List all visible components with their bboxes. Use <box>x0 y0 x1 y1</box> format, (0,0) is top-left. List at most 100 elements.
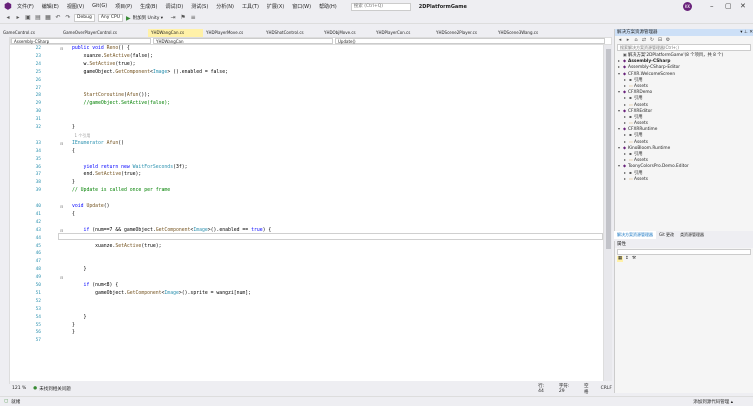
menu-item[interactable]: 扩展(X) <box>267 3 284 10</box>
pin-icon[interactable]: ▾ ⊥ ✕ <box>740 29 753 36</box>
menu-item[interactable]: 编辑(E) <box>42 3 59 10</box>
code-editor[interactable]: 22 23 24 25 26 27 28 29 30 31 32 33 34 35 36 37 38 39 40 41… <box>10 45 603 381</box>
alphabetical-icon[interactable]: ↕ <box>624 256 630 262</box>
tab-document[interactable]: YHDWangCan.cs <box>148 29 203 37</box>
refresh-icon[interactable]: ↻ <box>649 37 655 43</box>
back-icon[interactable]: ◂ <box>617 37 623 43</box>
code-line[interactable]: end.SetActive(true); <box>72 172 142 177</box>
code-line[interactable]: IEnumerator Afun() <box>72 141 124 146</box>
menu-item[interactable]: 视图(V) <box>67 3 84 10</box>
menu-item[interactable]: 测试(S) <box>191 3 208 10</box>
code-line[interactable]: 1 个引用 <box>72 133 91 139</box>
undo-icon[interactable]: ↶ <box>54 14 62 22</box>
fold-toggle-icon[interactable]: ⊟ <box>60 46 63 51</box>
menu-item[interactable]: 文件(F) <box>17 3 34 10</box>
categorized-icon[interactable]: ▦ <box>617 256 623 262</box>
open-icon[interactable]: ▤ <box>34 14 42 22</box>
code-line[interactable]: } <box>72 267 87 272</box>
code-line[interactable]: } <box>72 330 75 335</box>
member-dropdown[interactable]: Update() <box>335 38 605 44</box>
menu-item[interactable]: 生成(B) <box>140 3 157 10</box>
comment-icon[interactable]: ≡ <box>189 14 197 22</box>
bookmark-icon[interactable]: ⚑ <box>179 14 187 22</box>
code-line[interactable]: // Update is called once per frame <box>72 188 170 193</box>
run-button[interactable]: 附加到 Unity ▾ <box>133 15 163 21</box>
code-line[interactable]: if (num<8) { <box>72 283 119 288</box>
add-to-source-control-button[interactable]: 添加到源代码管理 ▴ <box>693 399 733 405</box>
properties-title: 属性 <box>615 241 753 248</box>
menu-item[interactable]: 分析(N) <box>216 3 234 10</box>
code-line[interactable]: xuanze.SetActive(true); <box>72 244 161 249</box>
panel-tab[interactable]: Git 更改 <box>656 231 677 239</box>
tab-document[interactable]: YHDPlayerCon.cs <box>373 29 433 37</box>
tab-document[interactable]: GameOverPlayerControl.cs <box>60 29 148 37</box>
forward-icon[interactable]: ▸ <box>625 37 631 43</box>
code-line[interactable]: //gameObject.SetActive(false); <box>72 101 171 106</box>
code-line[interactable]: w.SetActive(true); <box>72 62 136 67</box>
code-line[interactable]: { <box>72 149 75 154</box>
tab-document[interactable]: YHDScene2Player.cs <box>433 29 495 37</box>
menu-item[interactable]: 工具(T) <box>242 3 259 10</box>
menu-item[interactable]: 项目(P) <box>115 3 132 10</box>
play-icon[interactable]: ▶ <box>126 15 131 22</box>
config-dropdown[interactable]: Debug <box>74 14 95 22</box>
solution-search-input[interactable]: 搜索解决方案资源管理器(Ctrl+;) <box>617 44 751 51</box>
code-line[interactable]: public void Reno() { <box>72 46 130 51</box>
home-icon[interactable]: ⌂ <box>633 37 639 43</box>
panel-tab[interactable]: 类资源管理器 <box>677 231 707 239</box>
forward-icon[interactable]: ▸ <box>14 14 22 22</box>
code-line[interactable]: yield return new WaitForSeconds(3f); <box>72 165 188 170</box>
properties-icon[interactable]: ⚙ <box>665 37 671 43</box>
back-icon[interactable]: ◂ <box>4 14 12 22</box>
sync-icon[interactable]: ⇄ <box>641 37 647 43</box>
minimize-icon[interactable]: – <box>710 1 714 11</box>
code-line[interactable]: gameObject.GetComponent<Image> ().enable… <box>72 70 228 75</box>
fold-toggle-icon[interactable]: ⊟ <box>60 141 63 146</box>
collapse-all-icon[interactable]: ⊟ <box>657 37 663 43</box>
tab-document[interactable]: YHDObjMove.cs <box>321 29 373 37</box>
menu-item[interactable]: Git(G) <box>92 3 107 10</box>
tab-document[interactable]: YHDShotControl.cs <box>263 29 321 37</box>
maximize-icon[interactable]: ▢ <box>725 1 732 11</box>
fold-toggle-icon[interactable]: ⊟ <box>60 228 63 233</box>
step-icon[interactable]: ⇥ <box>169 14 177 22</box>
new-item-icon[interactable]: ▣ <box>24 14 32 22</box>
code-line[interactable]: void Update() <box>72 204 110 209</box>
tab-document[interactable]: YHDScene3Wang.cs <box>495 29 551 37</box>
avatar[interactable]: KK <box>683 2 692 11</box>
menu-item[interactable]: 帮助(H) <box>319 3 337 10</box>
issues-status[interactable]: 未找到相关问题 <box>39 386 358 392</box>
platform-dropdown[interactable]: Any CPU <box>97 14 123 22</box>
indent-mode[interactable]: 空格 <box>584 383 593 395</box>
menu-item[interactable]: 窗口(W) <box>292 3 311 10</box>
wrench-icon[interactable]: ⚒ <box>631 256 637 262</box>
code-line[interactable]: } <box>72 180 75 185</box>
code-line[interactable]: gameObject.GetComponent<Image>().sprite … <box>72 291 251 296</box>
code-line[interactable]: } <box>72 315 87 320</box>
code-line[interactable]: xuanze.SetActive(false); <box>72 54 153 59</box>
line-ending[interactable]: CRLF <box>601 386 612 391</box>
fold-toggle-icon[interactable]: ⊟ <box>60 204 63 209</box>
code-line[interactable]: } <box>72 125 75 130</box>
tab-document[interactable]: GameControl.cs <box>0 29 60 37</box>
code-line[interactable]: if (num==7 && gameObject.GetComponent<Im… <box>72 228 272 233</box>
panel-tab[interactable]: 解决方案资源管理器 <box>614 231 656 239</box>
scrollbar-thumb[interactable] <box>606 49 611 249</box>
zoom-level[interactable]: 121 % <box>12 386 33 391</box>
fold-toggle-icon[interactable]: ⊟ <box>60 275 63 280</box>
save-icon[interactable]: ▦ <box>44 14 52 22</box>
tree-node[interactable]: ▸ ▭Assets <box>615 176 753 182</box>
properties-object-dropdown[interactable] <box>617 249 751 255</box>
code-line[interactable]: } <box>72 323 75 328</box>
menu-item[interactable]: 调试(D) <box>165 3 183 10</box>
search-input[interactable]: 搜索 (Ctrl+Q) <box>350 2 411 11</box>
class-dropdown[interactable]: YHDWangCan <box>153 38 333 44</box>
code-line[interactable]: StartCoroutine(Afun()); <box>72 93 150 98</box>
vertical-scrollbar[interactable] <box>603 45 612 381</box>
code-line[interactable]: { <box>72 212 75 217</box>
redo-icon[interactable]: ↷ <box>64 14 72 22</box>
close-icon[interactable]: ✕ <box>740 1 746 11</box>
project-dropdown[interactable]: Assembly-CSharp <box>11 38 151 44</box>
menu-bar: ⬢ 文件(F) 编辑(E) 视图(V) Git(G) 项目(P) 生成(B) 调试(D) 测试… <box>0 0 753 13</box>
tab-document[interactable]: YHDPlayerMove.cs <box>203 29 263 37</box>
